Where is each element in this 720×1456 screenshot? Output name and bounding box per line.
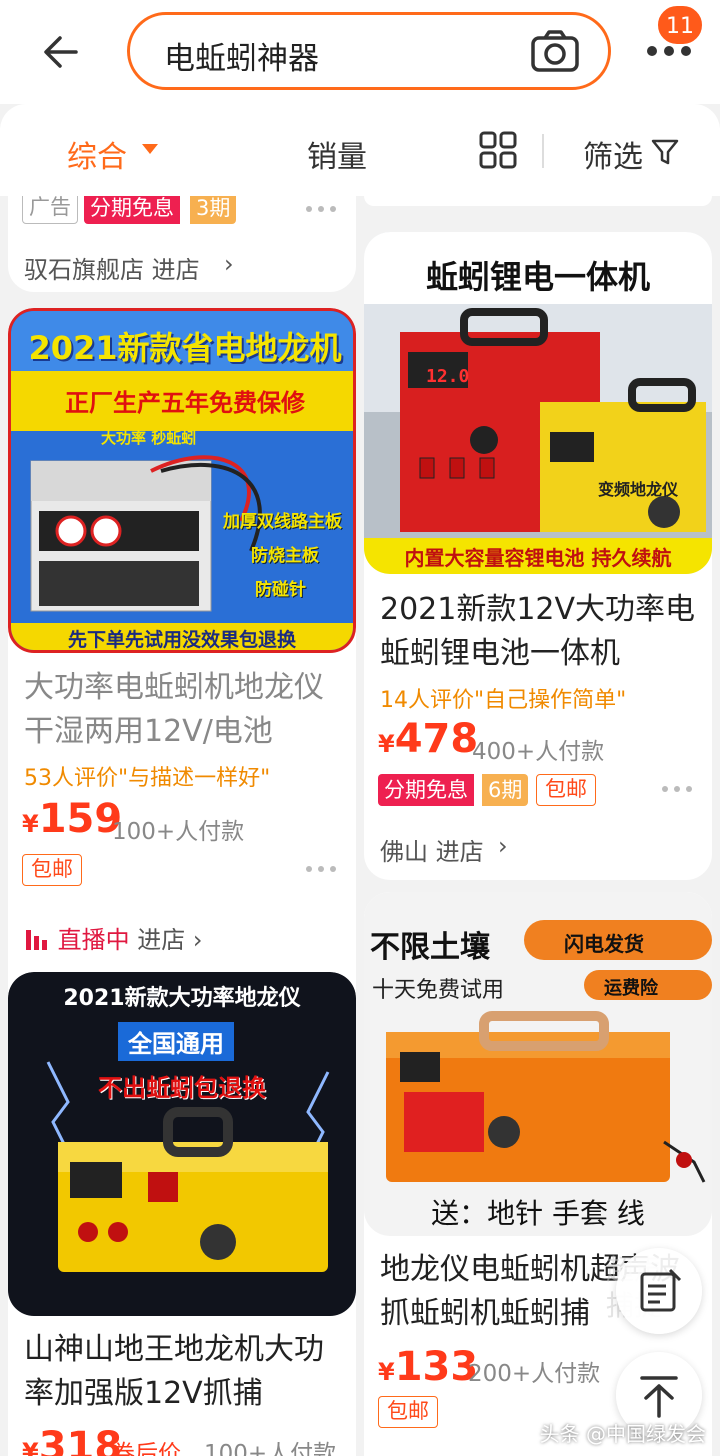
watermark: 头条 @中国绿发会 [539, 1422, 706, 1446]
chevron-right-icon: › [192, 926, 203, 954]
product-title[interactable]: 山神山地王地龙机大功率加强版12V抓捕 [24, 1328, 344, 1416]
more-dots-icon[interactable] [306, 204, 340, 214]
image-headline: 蚯蚓锂电一体机 [425, 258, 650, 296]
image-insurance-text: 运费险 [604, 978, 658, 999]
installment-periods-tag: 3期 [190, 196, 237, 224]
image-headline: 2021新款大功率地龙仪 [63, 986, 301, 1011]
image-red-text: 不出蚯蚓包退换 [98, 1074, 266, 1102]
chevron-right-icon: › [498, 832, 508, 860]
product-title[interactable]: 2021新款12V大功率电蚯蚓锂电池一体机 [380, 588, 700, 676]
left-column: 广告 分期免息 3期 驭石旗舰店 进店 › 2021新款省电地龙机 正厂生产五年… [8, 196, 364, 1456]
free-shipping-tag: 包邮 [378, 1396, 438, 1428]
image-headline: 2021新款省电地龙机 [28, 329, 342, 367]
image-trial-text: 十天免费试用 [372, 978, 505, 1003]
sold-count: 200+人付款 [468, 1361, 601, 1387]
product-image[interactable]: 不限土壤 闪电发货 十天免费试用 运费险 送：地针 手套 线 [364, 892, 712, 1236]
divider [542, 134, 544, 168]
live-bars-icon [26, 930, 47, 950]
product-image[interactable]: 蚯蚓锂电一体机 12.0 变频地龙仪 内置大容量容锂电池 持久续航 [364, 232, 712, 574]
image-side-text: 防烧主板 [251, 546, 319, 566]
feedback-button[interactable] [616, 1248, 702, 1334]
ad-tag: 广告 [22, 196, 78, 224]
image-side-text: 加厚双线路主板 [223, 512, 342, 532]
more-dots-icon[interactable] [306, 864, 340, 874]
live-row[interactable]: 直播中 进店 › [24, 920, 203, 955]
image-subheadline: 正厂生产五年免费保修 [65, 389, 305, 417]
installment-tag: 分期免息 [378, 774, 474, 806]
review-summary: 14人评价"自己操作简单" [380, 688, 627, 713]
store-link[interactable]: 佛山 进店 [380, 832, 484, 867]
product-card[interactable]: 2021新款省电地龙机 正厂生产五年免费保修 大功率 秒蚯蚓 加厚双线路主板 防… [8, 308, 356, 1080]
edit-note-icon [640, 1268, 682, 1312]
image-side-text: 防碰针 [255, 580, 306, 600]
more-dots-icon[interactable] [662, 784, 696, 794]
product-card-tail [364, 196, 712, 206]
back-arrow-icon[interactable] [40, 30, 84, 74]
product-card[interactable]: 蚯蚓锂电一体机 12.0 变频地龙仪 内置大容量容锂电池 持久续航 2021新款… [364, 232, 712, 880]
sold-count: 100+人付款 [204, 1441, 337, 1456]
product-price: ¥159 [22, 796, 123, 842]
image-device-label: 变频地龙仪 [598, 480, 679, 499]
sold-count: 400+人付款 [472, 739, 605, 765]
product-card[interactable]: 2021新款大功率地龙仪 全国通用 不出蚯蚓包退换 山神山地王地龙机大功率加强版… [8, 972, 356, 1456]
live-label: 直播中 [57, 926, 130, 954]
store-link[interactable]: 驭石旗舰店 进店 [24, 250, 200, 285]
installment-tag: 分期免息 [84, 196, 180, 224]
image-gift-text: 送：地针 手套 线 [431, 1197, 645, 1230]
camera-icon[interactable] [530, 29, 580, 73]
product-card-tail[interactable]: 广告 分期免息 3期 驭石旗舰店 进店 › [8, 196, 356, 292]
coupon-label: 券后价 [112, 1441, 181, 1456]
filter-funnel-icon[interactable] [651, 138, 679, 166]
device-display: 12.0 [426, 366, 470, 387]
sort-sales[interactable]: 销量 [307, 132, 367, 176]
sold-count: 100+人付款 [112, 819, 245, 845]
grid-layout-icon[interactable] [478, 130, 518, 170]
notification-badge: 11 [656, 4, 704, 46]
image-small-text: 大功率 秒蚯蚓 [101, 429, 197, 447]
free-shipping-tag: 包邮 [22, 854, 82, 886]
search-input[interactable]: 电蚯蚓神器 [127, 12, 611, 90]
product-price: ¥133 [378, 1344, 479, 1390]
product-title[interactable]: 大功率电蚯蚓机地龙仪干湿两用12V/电池 [24, 666, 344, 754]
free-shipping-tag: 包邮 [536, 774, 596, 806]
sort-filter[interactable]: 筛选 [583, 132, 643, 176]
product-price: ¥478 [378, 716, 479, 762]
product-image[interactable]: 2021新款大功率地龙仪 全国通用 不出蚯蚓包退换 [8, 972, 356, 1316]
image-fast-text: 闪电发货 [564, 932, 644, 956]
sort-composite[interactable]: 综合 [67, 132, 127, 176]
review-summary: 53人评价"与描述一样好" [24, 766, 271, 791]
product-image[interactable]: 2021新款省电地龙机 正厂生产五年免费保修 大功率 秒蚯蚓 加厚双线路主板 防… [8, 308, 356, 653]
caret-down-icon [142, 144, 158, 154]
image-bottom-text: 先下单先试用没效果包退换 [67, 629, 296, 651]
image-badge: 全国通用 [118, 1022, 234, 1061]
installment-periods-tag: 6期 [482, 774, 529, 806]
product-price: ¥318 [22, 1424, 123, 1456]
image-headline: 不限土壤 [370, 930, 490, 965]
search-query: 电蚯蚓神器 [164, 41, 319, 77]
sort-bar: 综合 销量 筛选 [0, 104, 720, 196]
chevron-right-icon: › [224, 250, 234, 278]
image-bottom-text: 内置大容量容锂电池 持久续航 [404, 546, 672, 570]
store-link[interactable]: 进店 [137, 926, 185, 954]
top-bar: 电蚯蚓神器 11 [0, 0, 720, 104]
